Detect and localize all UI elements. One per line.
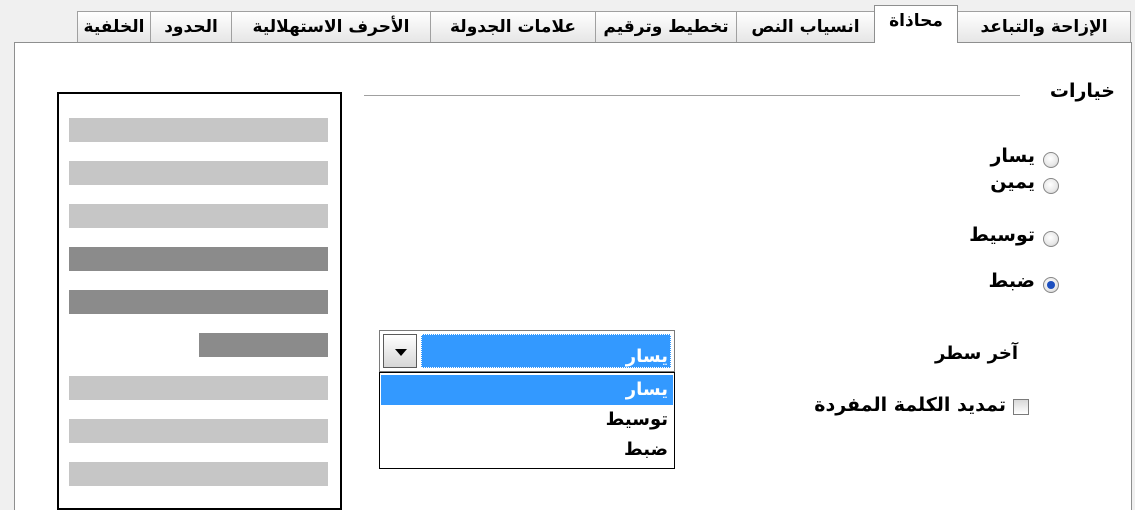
radio-center-label[interactable]: توسيط: [969, 224, 1035, 246]
tab-alignment[interactable]: محاذاة: [874, 5, 958, 43]
dropdown-option-left[interactable]: يسار: [381, 375, 673, 405]
radio-left-label[interactable]: يسار: [990, 145, 1035, 167]
tab-borders[interactable]: الحدود: [150, 11, 232, 42]
radio-justify-label[interactable]: ضبط: [989, 270, 1035, 292]
last-line-select[interactable]: يسار: [379, 330, 675, 372]
preview-line: [69, 462, 328, 486]
radio-right-label[interactable]: يمين: [990, 171, 1035, 193]
dropdown-option-center[interactable]: توسيط: [381, 405, 673, 435]
expand-single-word-label[interactable]: تمديد الكلمة المفردة: [814, 394, 1006, 416]
preview-line: [69, 247, 328, 271]
radio-left[interactable]: [1043, 152, 1059, 168]
tab-text-flow[interactable]: انسياب النص: [736, 11, 875, 42]
dropdown-option-justify[interactable]: ضبط: [381, 435, 673, 465]
radio-justify[interactable]: [1043, 277, 1059, 293]
last-line-dropdown-list: يسار توسيط ضبط: [379, 372, 675, 469]
radio-center[interactable]: [1043, 231, 1059, 247]
preview-line: [69, 161, 328, 185]
preview-line: [69, 290, 328, 314]
options-group-frame: [364, 95, 1020, 96]
preview-line: [69, 204, 328, 228]
last-line-label: آخر سطر: [934, 343, 1018, 364]
tab-drop-caps[interactable]: الأحرف الاستهلالية: [231, 11, 431, 42]
options-title: خيارات: [1049, 80, 1119, 102]
radio-selected-dot: [1047, 281, 1055, 289]
tab-outline-numbering[interactable]: تخطيط وترقيم: [595, 11, 737, 42]
radio-right[interactable]: [1043, 178, 1059, 194]
dropdown-arrow-button[interactable]: [383, 334, 417, 368]
chevron-down-icon: [395, 349, 407, 356]
preview-line: [69, 419, 328, 443]
tab-tabs[interactable]: علامات الجدولة: [430, 11, 596, 42]
tab-indents-spacing[interactable]: الإزاحة والتباعد: [957, 11, 1131, 42]
alignment-preview: [57, 92, 342, 510]
last-line-select-value[interactable]: يسار: [421, 334, 671, 368]
preview-line: [69, 376, 328, 400]
preview-line: [199, 333, 328, 357]
expand-single-word-checkbox[interactable]: [1013, 399, 1029, 415]
tab-strip: الإزاحة والتباعد محاذاة انسياب النص تخطي…: [0, 0, 1135, 43]
tab-background[interactable]: الخلفية: [77, 11, 151, 42]
preview-line: [69, 118, 328, 142]
